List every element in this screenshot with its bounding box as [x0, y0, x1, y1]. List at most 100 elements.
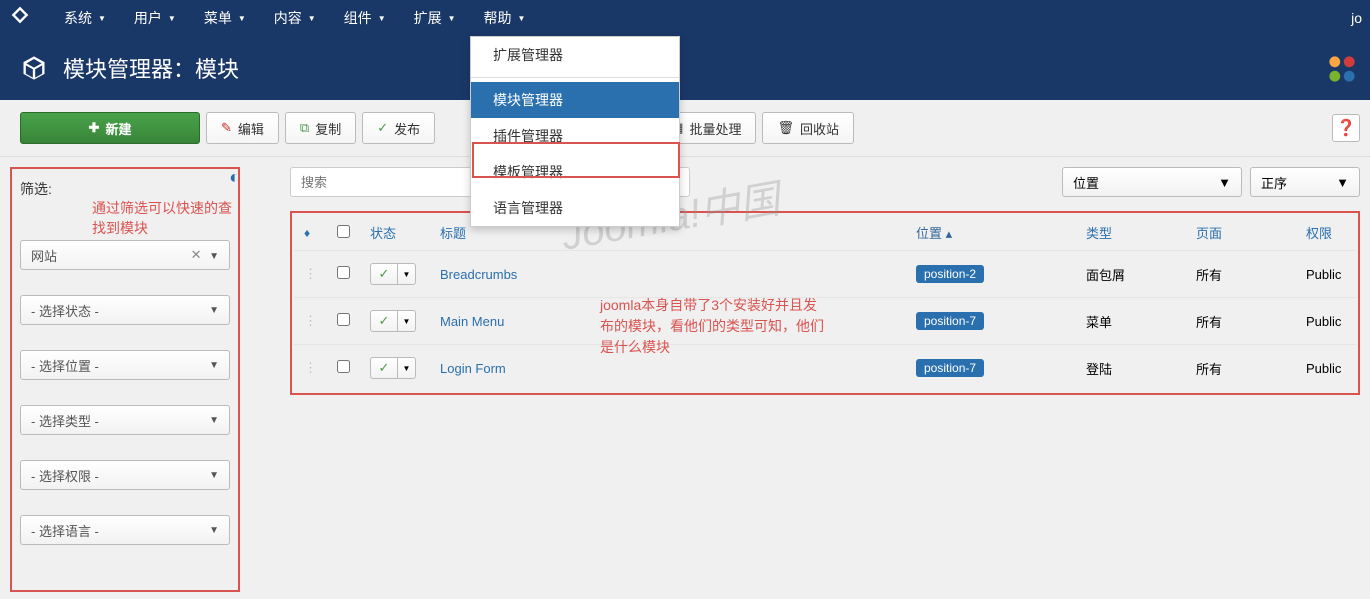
dropdown-extension-manager[interactable]: 扩展管理器 — [471, 37, 679, 73]
modules-table: ♦ 状态 标题 位置 ▴ 类型 页面 权限 ⋮ ✓▼ — [294, 215, 1356, 391]
annotation-box-sidebar: ◐ 筛选: 通过筛选可以快速的查找到模块 网站✕ ▼ - 选择状态 -▼ - 选… — [10, 167, 240, 592]
check-icon: ✓ — [370, 263, 398, 285]
page-cell: 所有 — [1186, 298, 1296, 345]
filter-position[interactable]: - 选择位置 -▼ — [20, 350, 230, 380]
chevron-down-icon: ▼ — [398, 357, 416, 379]
filter-language[interactable]: - 选择语言 -▼ — [20, 515, 230, 545]
chevron-down-icon: ▼ — [1218, 175, 1231, 190]
position-badge: position-7 — [916, 312, 984, 330]
chevron-down-icon: ▼ — [209, 525, 219, 536]
joomla-brand-icon — [1324, 51, 1360, 92]
check-icon: ✓ — [370, 357, 398, 379]
chevron-down-icon: ▼ — [398, 263, 416, 285]
access-cell: Public — [1296, 345, 1356, 392]
filter-sidebar: ◐ 筛选: 通过筛选可以快速的查找到模块 网站✕ ▼ - 选择状态 -▼ - 选… — [10, 167, 240, 592]
top-right-text: jo — [1351, 10, 1362, 26]
sort-asc-icon: ▴ — [946, 226, 953, 241]
menu-system[interactable]: 系统▼ — [50, 0, 120, 36]
table-row: ⋮ ✓▼ Breadcrumbs position-2 面包屑 所有 Publi… — [294, 251, 1356, 298]
recycle-button[interactable]: 🗑回收站 — [762, 112, 854, 144]
module-title-link[interactable]: Main Menu — [440, 314, 504, 329]
row-checkbox[interactable] — [337, 313, 350, 326]
drag-handle-icon[interactable]: ⋮ — [304, 266, 317, 281]
row-checkbox[interactable] — [337, 266, 350, 279]
header-type[interactable]: 类型 — [1076, 215, 1186, 251]
dropdown-plugin-manager[interactable]: 插件管理器 — [471, 118, 679, 154]
pencil-icon: ✎ — [221, 120, 232, 136]
copy-icon: ⧉ — [300, 120, 309, 136]
type-cell: 面包屑 — [1076, 251, 1186, 298]
title-bar: 模块管理器：模块 — [0, 36, 1370, 100]
menu-content[interactable]: 内容▼ — [260, 0, 330, 36]
annotation-table-text: joomla本身自带了3个安装好并且发布的模块，看他们的类型可知，他们是什么模块 — [600, 295, 830, 358]
access-cell: Public — [1296, 251, 1356, 298]
search-row: 位置▼ 正序▼ — [290, 167, 1360, 197]
header-status[interactable]: 状态 — [360, 215, 430, 251]
help-button[interactable]: ❓ — [1332, 114, 1360, 142]
filter-access[interactable]: - 选择权限 -▼ — [20, 460, 230, 490]
extensions-dropdown: 扩展管理器 模块管理器 插件管理器 模板管理器 语言管理器 — [470, 36, 680, 227]
type-cell: 登陆 — [1076, 345, 1186, 392]
row-checkbox[interactable] — [337, 360, 350, 373]
main-content: ◐ 筛选: 通过筛选可以快速的查找到模块 网站✕ ▼ - 选择状态 -▼ - 选… — [0, 157, 1370, 592]
annotation-box-table: ♦ 状态 标题 位置 ▴ 类型 页面 权限 ⋮ ✓▼ — [290, 211, 1360, 395]
module-title-link[interactable]: Breadcrumbs — [440, 267, 517, 282]
clear-icon[interactable]: ✕ — [191, 247, 202, 262]
header-page[interactable]: 页面 — [1186, 215, 1296, 251]
trash-icon: 🗑 — [777, 120, 794, 136]
top-menu-bar: 系统▼ 用户▼ 菜单▼ 内容▼ 组件▼ 扩展▼ 帮助▼ jo — [0, 0, 1370, 36]
header-position[interactable]: 位置 ▴ — [906, 215, 1076, 251]
sort-position-select[interactable]: 位置▼ — [1062, 167, 1242, 197]
page-title: 模块管理器：模块 — [63, 52, 239, 84]
action-toolbar: ✚新建 ✎编辑 ⧉复制 ✓发布 ▦批量处理 🗑回收站 ❓ — [0, 100, 1370, 157]
table-row: ⋮ ✓▼ Main Menu joomla本身自带了3个安装好并且发布的模块，看… — [294, 298, 1356, 345]
filter-type[interactable]: - 选择类型 -▼ — [20, 405, 230, 435]
filter-label: 筛选: — [20, 179, 230, 199]
status-toggle[interactable]: ✓▼ — [370, 310, 416, 332]
status-toggle[interactable]: ✓▼ — [370, 263, 416, 285]
chevron-down-icon: ▼ — [398, 310, 416, 332]
dropdown-template-manager[interactable]: 模板管理器 — [471, 154, 679, 190]
page-cell: 所有 — [1186, 345, 1296, 392]
check-icon: ✓ — [377, 120, 388, 136]
position-badge: position-2 — [916, 265, 984, 283]
position-badge: position-7 — [916, 359, 984, 377]
publish-button[interactable]: ✓发布 — [362, 112, 435, 144]
joomla-logo-icon — [10, 5, 30, 31]
question-icon: ❓ — [1336, 118, 1356, 138]
filter-status[interactable]: - 选择状态 -▼ — [20, 295, 230, 325]
chevron-down-icon: ▼ — [209, 360, 219, 371]
drag-handle-icon[interactable]: ⋮ — [304, 360, 317, 375]
dropdown-language-manager[interactable]: 语言管理器 — [471, 190, 679, 226]
annotation-sidebar-text: 通过筛选可以快速的查找到模块 — [92, 199, 238, 238]
access-cell: Public — [1296, 298, 1356, 345]
menu-help[interactable]: 帮助▼ — [470, 0, 540, 36]
sort-icon[interactable]: ♦ — [304, 226, 310, 240]
select-all-checkbox[interactable] — [337, 225, 350, 238]
filter-site[interactable]: 网站✕ ▼ — [20, 240, 230, 270]
plus-icon: ✚ — [89, 120, 100, 136]
new-button[interactable]: ✚新建 — [20, 112, 200, 144]
module-title-link[interactable]: Login Form — [440, 361, 506, 376]
cube-icon — [20, 54, 48, 82]
sort-order-select[interactable]: 正序▼ — [1250, 167, 1360, 197]
header-access[interactable]: 权限 — [1296, 215, 1356, 251]
status-toggle[interactable]: ✓▼ — [370, 357, 416, 379]
chevron-down-icon: ▼ — [1336, 175, 1349, 190]
menu-components[interactable]: 组件▼ — [330, 0, 400, 36]
edit-button[interactable]: ✎编辑 — [206, 112, 279, 144]
dropdown-divider — [471, 77, 679, 78]
chevron-down-icon: ▼ — [209, 251, 219, 262]
page-cell: 所有 — [1186, 251, 1296, 298]
drag-handle-icon[interactable]: ⋮ — [304, 313, 317, 328]
menu-extensions[interactable]: 扩展▼ — [400, 0, 470, 36]
copy-button[interactable]: ⧉复制 — [285, 112, 356, 144]
menu-users[interactable]: 用户▼ — [120, 0, 190, 36]
menu-menus[interactable]: 菜单▼ — [190, 0, 260, 36]
chevron-down-icon: ▼ — [209, 415, 219, 426]
chevron-down-icon: ▼ — [209, 470, 219, 481]
type-cell: 菜单 — [1076, 298, 1186, 345]
check-icon: ✓ — [370, 310, 398, 332]
dropdown-module-manager[interactable]: 模块管理器 — [471, 82, 679, 118]
collapse-icon[interactable]: ◐ — [229, 167, 240, 188]
